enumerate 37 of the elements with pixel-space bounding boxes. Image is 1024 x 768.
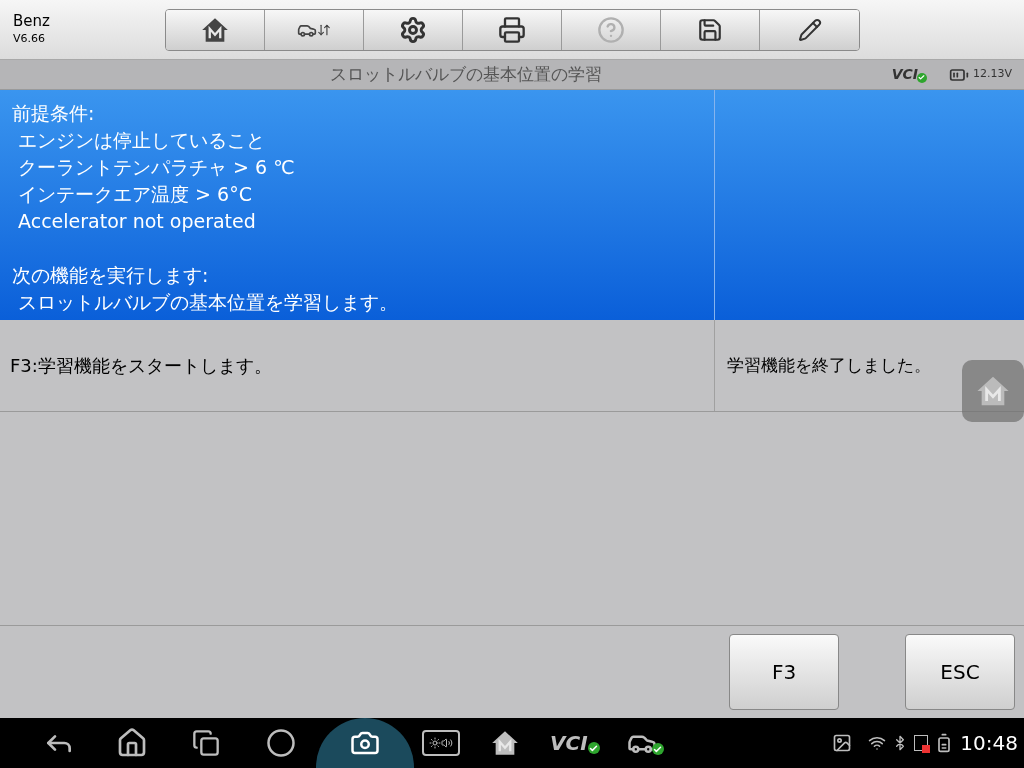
swap-vehicle-button[interactable] [265,9,364,50]
network-error-icon [914,735,929,751]
page-title: スロットルバルブの基本位置の学習 [328,62,603,86]
settings-button[interactable] [364,9,463,50]
instruction-text: F3:学習機能をスタートします。 [10,354,272,378]
vci-label[interactable]: VCI [550,728,588,758]
function-button[interactable]: F3 [729,634,839,710]
brand-name: Benz [13,11,51,32]
home-button[interactable] [166,9,265,50]
check-icon [587,742,600,754]
voltage-reading: 12.13V [973,66,1012,83]
info-paragraph: 次の機能を実行します: スロットルバルブの基本位置を学習します。 [12,263,400,315]
check-icon [651,743,664,755]
save-icon [697,16,723,43]
app-logo-icon [976,374,1010,408]
help-icon [597,15,625,44]
save-button[interactable] [661,9,760,50]
function-button[interactable]: ESC [905,634,1015,710]
wifi-icon [868,734,887,752]
printer-icon [498,15,526,44]
recent-apps-icon[interactable] [192,729,220,757]
check-icon [917,72,927,83]
home-icon[interactable] [116,727,148,759]
version-label: V6.66 [13,31,47,48]
vci-label: VCI [891,65,918,84]
brightness-volume-icon[interactable] [422,730,460,756]
browser-icon[interactable] [266,728,296,758]
clock-time: 10:48 [960,730,1018,757]
print-button[interactable] [463,9,562,50]
floating-button[interactable] [962,360,1024,422]
pencil-icon [797,17,822,42]
settings-icon [399,15,427,44]
edit-button[interactable] [760,9,859,50]
image-icon [832,733,853,753]
info-paragraph: 前提条件: エンジンは停止していること クーラントテンパラチャ > 6 ℃ インテークエア温度 > 6°C Accelerator not operated [12,101,296,234]
house-icon [490,729,520,757]
status-text: 学習機能を終了しました。 [727,353,931,377]
